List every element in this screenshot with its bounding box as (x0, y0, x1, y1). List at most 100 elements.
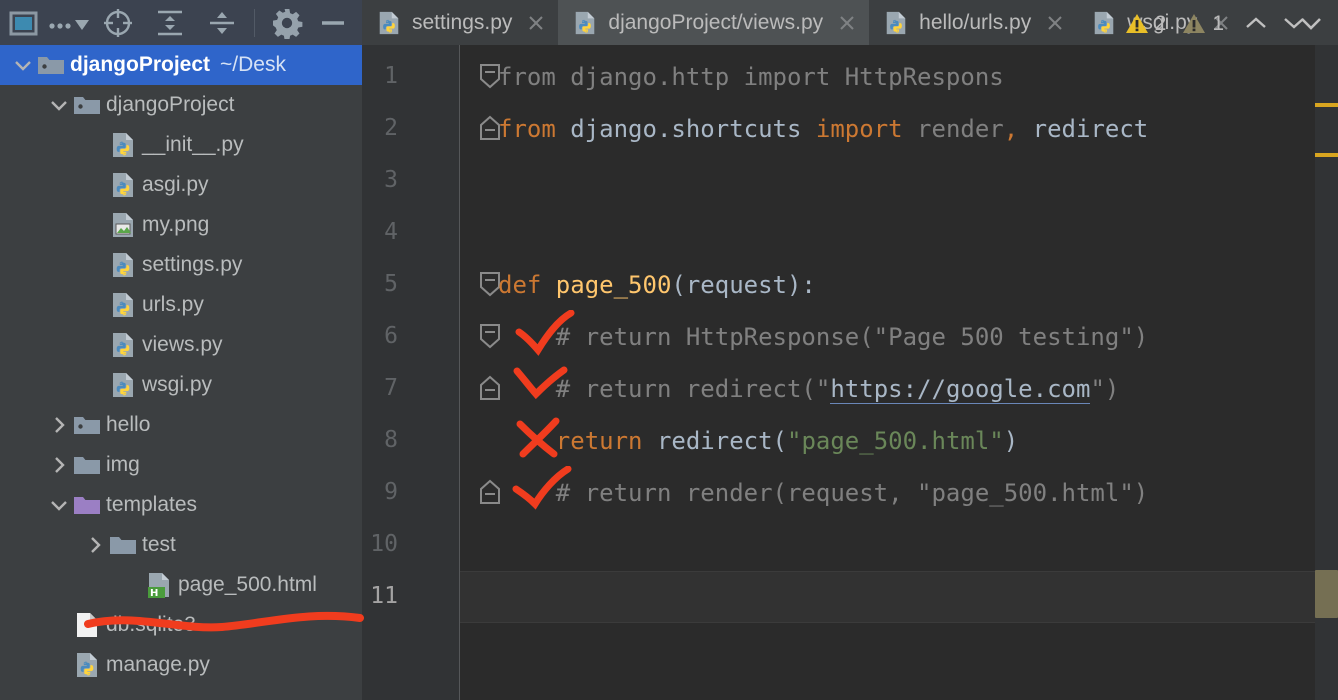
editor-scrollbar-thumb[interactable] (1315, 570, 1338, 618)
tree-item-label: views.py (142, 333, 223, 356)
folder-icon (108, 531, 138, 559)
tree-item--init-py[interactable]: __init__.py (0, 125, 362, 165)
tree-item-views-py[interactable]: views.py (0, 325, 362, 365)
tree-item-templates[interactable]: templates (0, 485, 362, 525)
html-file-icon: H (144, 571, 174, 599)
chevron-right-icon[interactable] (46, 455, 72, 475)
warning-count: 2 (1154, 12, 1167, 35)
python-file-icon (572, 10, 598, 36)
tree-item-manage-py[interactable]: manage.py (0, 645, 362, 685)
tree-item-db-sqlite3[interactable]: db.sqlite3 (0, 605, 362, 645)
tree-item-djangoproject[interactable]: djangoProject (0, 85, 362, 125)
python-file-icon (108, 251, 138, 279)
editor-tab-settings-py[interactable]: settings.py (362, 0, 558, 45)
tree-item-my-png[interactable]: my.png (0, 205, 362, 245)
chevron-down-icon[interactable] (1282, 10, 1306, 38)
chevron-up-icon[interactable] (1244, 10, 1268, 38)
tree-item-test[interactable]: test (0, 525, 362, 565)
code-line[interactable]: # return HttpResponse("Page 500 testing"… (498, 311, 1148, 363)
line-number: 10 (370, 531, 398, 557)
folder-icon (72, 451, 102, 479)
code-line[interactable]: def page_500(request): (498, 259, 816, 311)
python-file-icon (108, 291, 138, 319)
chevron-down-icon[interactable] (46, 498, 72, 512)
code-editor[interactable]: 1 2 3 4 5 6 7 8 9 10 11 from django.http import Ht… (362, 45, 1338, 700)
code-line[interactable]: return redirect("page_500.html") (498, 415, 1018, 467)
chevron-down-icon[interactable] (10, 58, 36, 72)
warning-marker[interactable] (1315, 153, 1338, 157)
line-number: 2 (384, 115, 398, 141)
code-token: return (498, 427, 643, 455)
line-number: 5 (384, 271, 398, 297)
editor-tab-label: settings.py (412, 10, 513, 34)
svg-text:H: H (150, 588, 158, 599)
code-text[interactable]: from django.http import HttpRespons from … (498, 45, 1338, 700)
weak-warning-triangle-icon (1182, 13, 1206, 35)
window-mode-icon[interactable] (0, 0, 46, 45)
expand-all-icon[interactable] (144, 0, 196, 45)
close-icon[interactable] (526, 13, 546, 33)
project-toolbar (0, 0, 362, 45)
code-token: , (1003, 115, 1019, 143)
python-file-icon (108, 371, 138, 399)
templates-folder-icon (72, 491, 102, 519)
project-file-tree[interactable]: djangoProject ~/Desk djangoProject __init… (0, 45, 362, 700)
tree-item-label: manage.py (106, 653, 210, 676)
minimize-icon[interactable] (313, 0, 353, 45)
close-icon[interactable] (837, 13, 857, 33)
tree-item-label: templates (106, 493, 198, 516)
tree-item-label: hello (106, 413, 151, 436)
collapse-all-icon[interactable] (196, 0, 248, 45)
inspection-status-widget[interactable]: 2 1 (1125, 10, 1310, 38)
line-number: 6 (384, 323, 398, 349)
line-number: 8 (384, 427, 398, 453)
editor-tab-djangoproject-views-py[interactable]: djangoProject/views.py (558, 0, 870, 45)
warning-marker[interactable] (1315, 103, 1338, 107)
weak-warning-count: 1 (1212, 12, 1224, 35)
tree-item-label: test (142, 533, 176, 556)
python-file-icon (108, 331, 138, 359)
code-token: django.shortcuts (555, 115, 816, 143)
tree-item-img[interactable]: img (0, 445, 362, 485)
tree-item-page-500-html[interactable]: H page_500.html (0, 565, 362, 605)
gear-icon[interactable] (261, 0, 313, 45)
module-folder-icon (36, 51, 66, 79)
tree-item-label: page_500.html (178, 573, 317, 596)
line-number-gutter[interactable]: 1 2 3 4 5 6 7 8 9 10 11 (362, 45, 460, 700)
code-line[interactable]: from django.shortcuts import render, red… (498, 103, 1148, 155)
crosshair-target-icon[interactable] (92, 0, 144, 45)
code-token: redirect (1018, 115, 1149, 143)
code-line[interactable]: # return redirect("https://google.com") (498, 363, 1119, 415)
close-icon[interactable] (1045, 13, 1065, 33)
tree-item-label: my.png (142, 213, 210, 236)
editor-tab-hello-urls-py[interactable]: hello/urls.py (869, 0, 1077, 45)
tree-item-asgi-py[interactable]: asgi.py (0, 165, 362, 205)
tree-item-hello[interactable]: hello (0, 405, 362, 445)
chevron-right-icon[interactable] (82, 535, 108, 555)
tree-item-label: img (106, 453, 140, 476)
editor-tab-label: hello/urls.py (919, 10, 1032, 34)
tree-item-label: asgi.py (142, 173, 209, 196)
more-options-dropdown[interactable] (46, 0, 92, 45)
plain-file-icon (72, 611, 102, 639)
tree-item-djangoproject[interactable]: djangoProject ~/Desk (0, 45, 362, 85)
code-token: # return redirect(" (498, 375, 831, 403)
module-folder-icon (72, 411, 102, 439)
python-file-icon (376, 10, 402, 36)
tree-item-label: urls.py (142, 293, 204, 316)
tree-item-urls-py[interactable]: urls.py (0, 285, 362, 325)
tree-item-label: djangoProject (70, 53, 211, 76)
tree-item-wsgi-py[interactable]: wsgi.py (0, 365, 362, 405)
warning-triangle-icon (1125, 13, 1149, 35)
code-line[interactable]: # return render(request, "page_500.html"… (498, 467, 1148, 519)
chevron-down-icon[interactable] (46, 98, 72, 112)
tree-item-settings-py[interactable]: settings.py (0, 245, 362, 285)
line-number: 11 (370, 583, 398, 609)
editor-area: settings.py djangoProject/views.py hello… (362, 0, 1338, 700)
marker-gutter[interactable] (1315, 45, 1338, 700)
code-line[interactable]: from django.http import HttpRespons (498, 51, 1004, 103)
line-number: 4 (384, 219, 398, 245)
project-tool-window: djangoProject ~/Desk djangoProject __init… (0, 0, 362, 700)
chevron-right-icon[interactable] (46, 415, 72, 435)
